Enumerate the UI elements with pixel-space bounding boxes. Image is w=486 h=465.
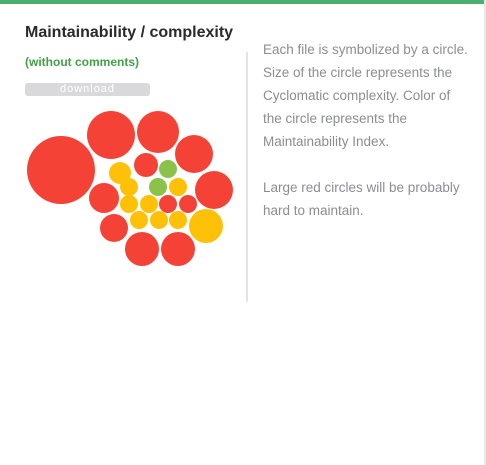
description: Each file is symbolized by a circle. Siz… (263, 38, 468, 245)
file-circle[interactable] (195, 171, 233, 209)
file-circle[interactable] (161, 232, 195, 266)
description-text-1: Each file is symbolized by a circle. Siz… (263, 42, 468, 149)
file-circle[interactable] (175, 135, 213, 173)
file-circle[interactable] (149, 178, 167, 196)
file-circle[interactable] (189, 209, 223, 243)
file-circle[interactable] (89, 183, 119, 213)
file-circle[interactable] (125, 232, 159, 266)
description-text-2: Large red circles will be probably hard … (263, 180, 460, 218)
file-circle[interactable] (120, 195, 138, 213)
file-circle[interactable] (159, 195, 177, 213)
file-circle[interactable] (140, 195, 158, 213)
file-circle[interactable] (179, 195, 197, 213)
file-circle[interactable] (120, 178, 138, 196)
file-circle[interactable] (169, 178, 187, 196)
file-circle[interactable] (169, 211, 187, 229)
file-circle[interactable] (137, 111, 179, 153)
file-circle[interactable] (87, 111, 135, 159)
file-circle[interactable] (159, 160, 177, 178)
bubble-chart (27, 111, 233, 266)
file-circle[interactable] (134, 153, 158, 177)
file-circle[interactable] (27, 136, 95, 204)
file-circle[interactable] (150, 211, 168, 229)
maintainability-card: Maintainability / complexity (without co… (0, 0, 484, 465)
file-circle[interactable] (100, 214, 128, 242)
file-circle[interactable] (130, 211, 148, 229)
divider (246, 52, 248, 302)
